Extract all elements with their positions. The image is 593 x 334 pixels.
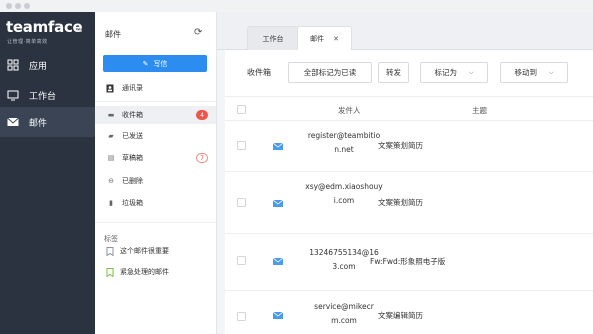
chevron-down-icon: ⌵ [548,68,554,76]
mark-as-dropdown[interactable]: 标记为 ⌵ [420,62,488,83]
sent-icon: ▰ [108,132,114,140]
brand-name: teamface [6,18,83,36]
current-folder-label: 收件箱 [247,68,271,77]
close-icon[interactable]: ✕ [333,35,339,43]
folder-label: 已删除 [122,177,143,185]
table-row[interactable]: 13246755134@163.com Fw:Fwd:形象照电子版 [225,234,593,291]
folder-item-sent[interactable]: ▰ 已发送 [95,127,216,145]
monitor-icon [7,89,19,101]
button-label: 移动到 [514,68,537,77]
label-text: 这个邮件很重要 [120,247,169,255]
main-nav: teamface 让管理·简单高效 « 应用 工作台 邮件 [0,12,95,334]
subject-cell: 文案策划简历 [378,198,423,207]
draft-count-badge: 7 [196,153,208,163]
mail-icon [7,116,19,128]
deleted-icon: ⊖ [108,177,114,185]
subject-cell: 文案策划简历 [378,141,423,150]
folder-panel: 邮件 ⟳ ✎ 写信 通讯录 ▬ 收件箱 4 ▰ 已发送 ▤ 草稿箱 7 ⊖ 已删… [95,12,217,334]
folder-item-inbox[interactable]: ▬ 收件箱 4 [95,106,216,124]
envelope-icon [273,312,283,319]
nav-item-label: 应用 [29,61,48,72]
draft-icon: ▤ [107,154,115,162]
folder-item-drafts[interactable]: ▤ 草稿箱 7 [95,149,216,167]
collapse-nav-icon[interactable]: « [76,23,83,36]
nav-item-mail[interactable]: 邮件 [0,107,95,137]
envelope-icon [273,258,283,265]
sender-cell: 13246755134@163.com [309,248,379,271]
compose-label: 写信 [153,59,168,68]
button-label: 全部标记为已读 [303,68,357,77]
row-checkbox[interactable] [237,141,246,150]
sender-cell: register@teambition.net [307,131,381,154]
flag-icon [106,267,114,277]
window-maximize-dot[interactable] [24,3,30,9]
row-checkbox[interactable] [237,256,246,265]
move-to-dropdown[interactable]: 移动到 ⌵ [500,62,568,83]
forward-button[interactable]: 转发 [378,62,409,83]
folder-item-deleted[interactable]: ⊖ 已删除 [95,172,216,190]
divider [95,101,216,102]
subject-column-header: 主题 [472,106,487,115]
subject-cell: Fw:Fwd:形象照电子版 [370,257,446,266]
divider [95,222,216,223]
refresh-icon[interactable]: ⟳ [194,27,202,38]
select-all-checkbox[interactable] [237,105,246,114]
table-row[interactable]: register@teambition.net 文案策划简历 [225,121,593,172]
folder-item-trash[interactable]: ▮ 垃圾箱 [95,194,216,212]
sender-column-header: 发件人 [338,106,361,115]
window-minimize-dot[interactable] [15,3,21,9]
brand-logo: teamface 让管理·简单高效 [6,18,86,48]
chevron-down-icon: ⌵ [468,68,474,76]
folder-label: 草稿箱 [122,154,143,162]
tab-workbench[interactable]: 工作台 [247,26,299,50]
pen-icon: ✎ [142,59,149,68]
row-checkbox[interactable] [237,312,246,321]
mail-list-panel: 收件箱 全部标记为已读 转发 标记为 ⌵ 移动到 ⌵ 发件人 主题 regist… [225,50,593,334]
brand-tagline: 让管理·简单高效 [7,39,48,45]
mail-toolbar: 收件箱 全部标记为已读 转发 标记为 ⌵ 移动到 ⌵ [225,50,593,96]
tab-mail[interactable]: 邮件 ✕ [297,26,352,51]
window-close-dot[interactable] [6,3,12,9]
nav-item-apps[interactable]: 应用 [0,50,95,80]
app-window: teamface 让管理·简单高效 « 应用 工作台 邮件 邮件 ⟳ ✎ 写信 … [0,0,593,334]
title-bar [0,0,593,12]
row-checkbox[interactable] [237,198,246,207]
contacts-item[interactable]: 通讯录 [95,79,216,97]
envelope-icon [273,143,283,150]
button-label: 标记为 [434,68,457,77]
envelope-icon [273,200,283,207]
tab-bar: 工作台 邮件 ✕ [217,12,593,51]
table-row[interactable]: xsy@edm.xiaoshouyi.com 文案策划简历 [225,172,593,234]
folder-label: 垃圾箱 [122,199,143,207]
folder-panel-title: 邮件 [105,30,121,39]
sender-cell: service@mikecrm.com [314,302,374,325]
contacts-label: 通讯录 [122,84,143,92]
button-label: 转发 [386,68,401,77]
folder-label: 已发送 [122,132,143,140]
nav-item-workbench[interactable]: 工作台 [0,80,95,110]
apps-icon [7,59,19,71]
folder-label: 收件箱 [122,111,143,119]
inbox-icon: ▬ [107,111,115,119]
mark-all-read-button[interactable]: 全部标记为已读 [288,62,372,83]
tab-label: 邮件 [310,35,325,43]
table-row[interactable]: service@mikecrm.com 文案编辑简历 [225,291,593,334]
label-item-important[interactable]: 这个邮件很重要 [95,242,216,260]
tab-label: 工作台 [262,34,284,43]
unread-badge: 4 [196,110,208,120]
main-area: 工作台 邮件 ✕ 收件箱 全部标记为已读 转发 标记为 ⌵ 移动到 ⌵ 发件人 … [217,12,593,334]
nav-item-label: 工作台 [29,91,57,102]
sender-cell: xsy@edm.xiaoshouyi.com [305,182,383,205]
label-item-urgent[interactable]: 紧急处理的邮件 [95,263,216,281]
compose-button[interactable]: ✎ 写信 [103,55,207,72]
flag-icon [106,246,114,256]
address-book-icon [106,84,116,93]
label-text: 紧急处理的邮件 [120,268,169,276]
folder-header: 邮件 ⟳ [95,12,216,50]
nav-item-label: 邮件 [29,118,48,129]
table-header: 发件人 主题 [225,96,593,121]
subject-cell: 文案编辑简历 [378,311,423,320]
trash-icon: ▮ [109,199,113,207]
